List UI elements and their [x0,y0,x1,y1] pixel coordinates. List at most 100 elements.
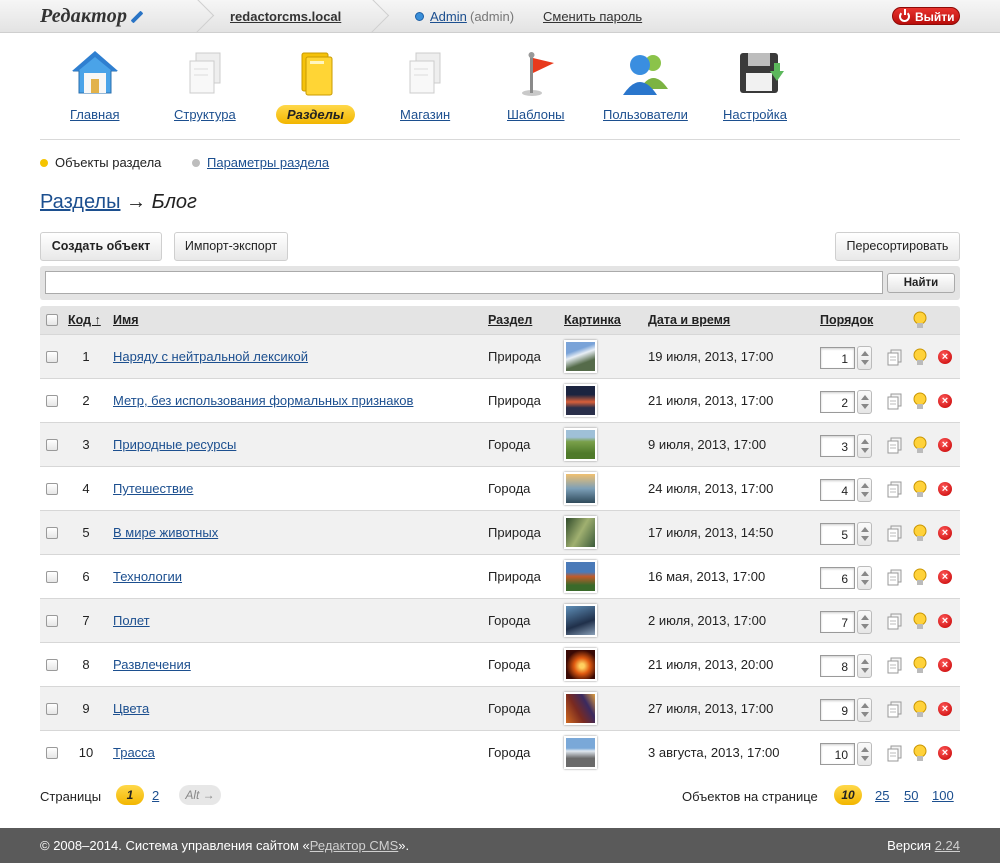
nav-label[interactable]: Главная [70,107,119,122]
delete-icon[interactable]: × [938,438,952,452]
bulb-icon[interactable] [913,436,927,454]
row-name-link[interactable]: В мире животных [113,525,218,540]
nav-label[interactable]: Пользователи [603,107,688,122]
search-input[interactable] [45,271,883,294]
copy-icon[interactable] [887,349,902,366]
row-name-link[interactable]: Наряду с нейтральной лексикой [113,349,308,364]
order-stepper[interactable] [857,390,872,414]
order-stepper[interactable] [857,478,872,502]
row-checkbox[interactable] [46,439,58,451]
delete-icon[interactable]: × [938,614,952,628]
nav-label[interactable]: Магазин [400,107,450,122]
bulb-icon[interactable] [913,612,927,630]
per-page-option[interactable]: 50 [904,788,918,803]
order-input[interactable]: 1 [820,347,855,369]
row-checkbox[interactable] [46,351,58,363]
row-thumbnail[interactable] [564,648,597,681]
order-stepper[interactable] [857,566,872,590]
nav-item-settings[interactable]: Настройка [723,45,833,135]
row-thumbnail[interactable] [564,472,597,505]
delete-icon[interactable]: × [938,570,952,584]
bulb-icon[interactable] [913,348,927,366]
user-link[interactable]: Admin [430,9,467,24]
copy-icon[interactable] [887,437,902,454]
bulb-icon[interactable] [913,480,927,498]
copy-icon[interactable] [887,525,902,542]
delete-icon[interactable]: × [938,526,952,540]
delete-icon[interactable]: × [938,482,952,496]
bulb-icon[interactable] [913,700,927,718]
col-order[interactable]: Порядок [820,313,873,327]
row-name-link[interactable]: Путешествие [113,481,193,496]
page-link-2[interactable]: 2 [152,788,159,803]
nav-item-shop[interactable]: Магазин [370,45,480,135]
row-thumbnail[interactable] [564,692,597,725]
subnav-params[interactable]: Параметры раздела [207,155,329,170]
next-page-hint[interactable]: Alt → [179,785,221,805]
search-button[interactable]: Найти [887,273,955,293]
order-stepper[interactable] [857,742,872,766]
col-picture[interactable]: Картинка [564,313,621,327]
nav-label[interactable]: Шаблоны [507,107,565,122]
row-checkbox[interactable] [46,615,58,627]
col-datetime[interactable]: Дата и время [648,313,730,327]
row-thumbnail[interactable] [564,516,597,549]
nav-item-home[interactable]: Главная [40,45,150,135]
row-checkbox[interactable] [46,527,58,539]
order-input[interactable]: 10 [820,743,855,765]
order-input[interactable]: 3 [820,435,855,457]
order-stepper[interactable] [857,610,872,634]
logo[interactable]: Редактор [40,5,144,28]
row-checkbox[interactable] [46,703,58,715]
row-checkbox[interactable] [46,659,58,671]
copy-icon[interactable] [887,481,902,498]
row-name-link[interactable]: Развлечения [113,657,191,672]
change-password-link[interactable]: Сменить пароль [543,9,642,24]
row-thumbnail[interactable] [564,736,597,769]
row-checkbox[interactable] [46,747,58,759]
order-input[interactable]: 6 [820,567,855,589]
row-name-link[interactable]: Полет [113,613,150,628]
breadcrumb-sections[interactable]: Разделы [40,191,120,213]
import-export-button[interactable]: Импорт-экспорт [174,232,288,261]
row-name-link[interactable]: Природные ресурсы [113,437,236,452]
order-stepper[interactable] [857,698,872,722]
per-page-option[interactable]: 25 [875,788,889,803]
per-page-option[interactable]: 100 [932,788,954,803]
row-name-link[interactable]: Метр, без использования формальных призн… [113,393,413,408]
delete-icon[interactable]: × [938,702,952,716]
row-checkbox[interactable] [46,395,58,407]
row-thumbnail[interactable] [564,340,597,373]
nav-label[interactable]: Настройка [723,107,787,122]
bulb-icon[interactable] [913,656,927,674]
nav-item-templates[interactable]: Шаблоны [480,45,605,135]
row-checkbox[interactable] [46,483,58,495]
delete-icon[interactable]: × [938,746,952,760]
resort-button[interactable]: Пересортировать [835,232,960,261]
order-input[interactable]: 5 [820,523,855,545]
order-stepper[interactable] [857,434,872,458]
order-stepper[interactable] [857,346,872,370]
nav-item-sections[interactable]: Разделы [260,45,370,135]
copy-icon[interactable] [887,613,902,630]
site-link[interactable]: redactorcms.local [230,9,341,24]
row-name-link[interactable]: Технологии [113,569,182,584]
row-thumbnail[interactable] [564,428,597,461]
order-stepper[interactable] [857,654,872,678]
bulb-icon[interactable] [913,524,927,542]
bulb-icon[interactable] [913,568,927,586]
order-input[interactable]: 8 [820,655,855,677]
col-code[interactable]: Код ↑ [68,313,101,327]
create-object-button[interactable]: Создать объект [40,232,162,261]
order-input[interactable]: 4 [820,479,855,501]
delete-icon[interactable]: × [938,394,952,408]
copy-icon[interactable] [887,745,902,762]
copy-icon[interactable] [887,393,902,410]
col-section[interactable]: Раздел [488,313,532,327]
row-name-link[interactable]: Трасса [113,745,155,760]
delete-icon[interactable]: × [938,658,952,672]
order-input[interactable]: 9 [820,699,855,721]
copy-icon[interactable] [887,701,902,718]
version-link[interactable]: 2.24 [935,838,960,853]
row-thumbnail[interactable] [564,384,597,417]
